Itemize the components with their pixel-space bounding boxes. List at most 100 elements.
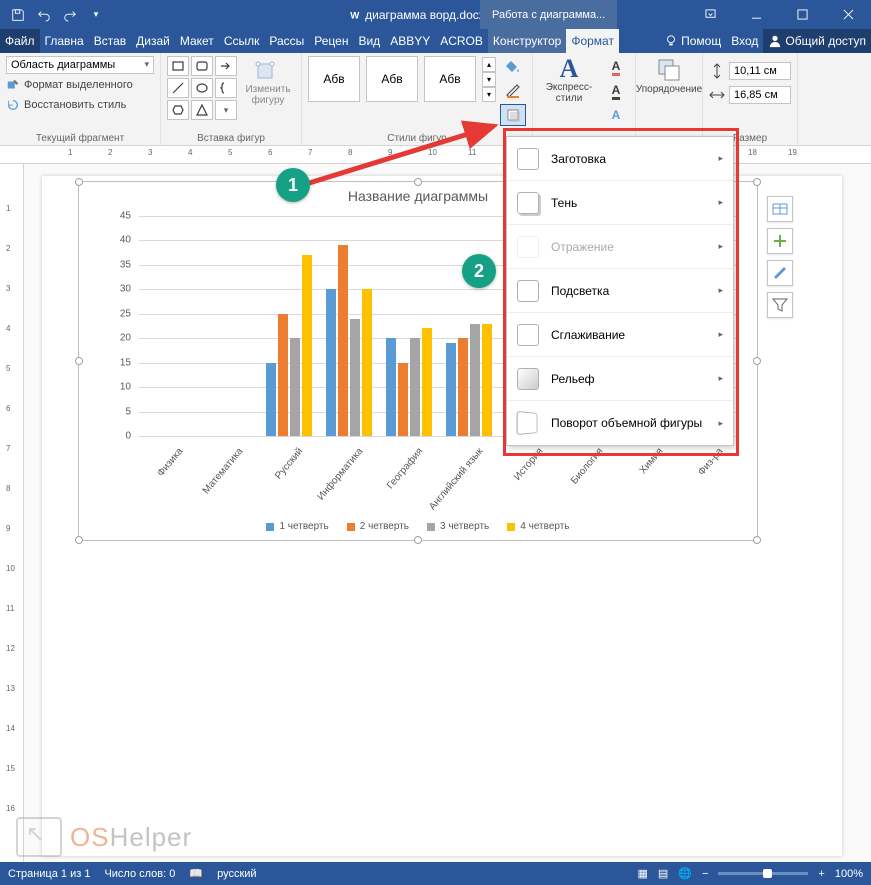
tab-login[interactable]: Вход: [726, 29, 763, 53]
cursor-icon: [16, 817, 62, 857]
resize-handle[interactable]: [753, 357, 761, 365]
chart-side-buttons: [767, 196, 793, 318]
svg-text:W: W: [350, 10, 360, 21]
sb-spellcheck-icon[interactable]: 📖: [189, 867, 203, 880]
zoom-out-button[interactable]: −: [702, 868, 708, 880]
edit-shape-icon: [254, 56, 282, 84]
chart-filter-button[interactable]: [767, 292, 793, 318]
shape-outline-button[interactable]: [500, 80, 526, 102]
shape-more[interactable]: ▾: [215, 100, 237, 120]
word-icon: W: [347, 8, 361, 22]
gallery-more[interactable]: ▾: [482, 87, 496, 102]
fx-reflection[interactable]: Отражение▸: [507, 225, 733, 269]
save-button[interactable]: [6, 3, 30, 27]
tab-constructor[interactable]: Конструктор: [488, 29, 566, 53]
tab-share[interactable]: Общий доступ: [763, 29, 871, 53]
wordart-a-icon: A: [560, 56, 579, 82]
resize-handle[interactable]: [75, 178, 83, 186]
group-current-selection: Область диаграммы Формат выделенного Вос…: [0, 53, 161, 146]
style-item[interactable]: Абв: [424, 56, 476, 102]
bevel-icon: [517, 368, 539, 390]
zoom-slider[interactable]: [718, 872, 808, 875]
lightbulb-icon: [664, 34, 678, 48]
width-input[interactable]: 16,85 см: [729, 86, 791, 104]
shape-oval[interactable]: [191, 78, 213, 98]
shape-arrow[interactable]: [215, 56, 237, 76]
shape-line[interactable]: [167, 78, 189, 98]
arrange-button[interactable]: Упорядочение: [642, 56, 696, 95]
tab-design[interactable]: Дизай: [131, 29, 175, 53]
tab-format[interactable]: Формат: [566, 29, 619, 53]
text-fill-button[interactable]: A: [603, 56, 629, 78]
ribbon-collapse-button[interactable]: [687, 0, 733, 29]
fx-softedge[interactable]: Сглаживание▸: [507, 313, 733, 357]
fx-glow[interactable]: Подсветка▸: [507, 269, 733, 313]
shape-styles-gallery[interactable]: Абв Абв Абв ▴ ▾ ▾: [308, 56, 496, 102]
ruler-vertical[interactable]: 12345678910111213141516: [0, 164, 24, 862]
resize-handle[interactable]: [75, 357, 83, 365]
chart-elements-button[interactable]: [767, 228, 793, 254]
maximize-button[interactable]: [779, 0, 825, 29]
chart-styles-button[interactable]: [767, 260, 793, 286]
shape-rect[interactable]: [167, 56, 189, 76]
format-selection-button[interactable]: Формат выделенного: [6, 76, 133, 94]
zoom-in-button[interactable]: +: [818, 868, 824, 880]
gallery-down[interactable]: ▾: [482, 72, 496, 87]
tab-acrobat[interactable]: ACROB: [435, 29, 488, 53]
sb-language[interactable]: русский: [217, 868, 256, 880]
view-web-button[interactable]: 🌐: [678, 867, 692, 880]
fx-shadow[interactable]: Тень▸: [507, 181, 733, 225]
shape-hex[interactable]: [167, 100, 189, 120]
fx-preset[interactable]: Заготовка▸: [507, 137, 733, 181]
tab-home[interactable]: Главна: [40, 29, 89, 53]
watermark: OSHelper: [16, 817, 192, 857]
zoom-level[interactable]: 100%: [835, 868, 863, 880]
tab-insert[interactable]: Встав: [89, 29, 131, 53]
close-button[interactable]: [825, 0, 871, 29]
change-shape-button[interactable]: Изменить фигуру: [241, 56, 295, 106]
minimize-button[interactable]: [733, 0, 779, 29]
tab-layout[interactable]: Макет: [175, 29, 219, 53]
fx-bevel[interactable]: Рельеф▸: [507, 357, 733, 401]
resize-handle[interactable]: [753, 178, 761, 186]
tab-abbyy[interactable]: ABBYY: [385, 29, 435, 53]
fx-3drotation[interactable]: Поворот объемной фигуры▸: [507, 401, 733, 445]
tab-mailings[interactable]: Рассы: [264, 29, 309, 53]
view-print-button[interactable]: ▤: [658, 867, 668, 880]
reset-style-button[interactable]: Восстановить стиль: [6, 96, 126, 114]
chart-element-selector[interactable]: Область диаграммы: [6, 56, 154, 74]
tab-references[interactable]: Ссылк: [219, 29, 265, 53]
shape-fill-button[interactable]: [500, 56, 526, 78]
style-item[interactable]: Абв: [308, 56, 360, 102]
undo-button[interactable]: [32, 3, 56, 27]
tab-view[interactable]: Вид: [353, 29, 385, 53]
outline-icon: [505, 83, 521, 99]
express-styles-button[interactable]: A Экспресс-стили: [539, 56, 599, 104]
resize-handle[interactable]: [75, 536, 83, 544]
group-label: Вставка фигур: [167, 131, 295, 144]
qat-customize[interactable]: ▾: [84, 3, 108, 27]
chart-legend[interactable]: 1 четверть2 четверть3 четверть4 четверть: [79, 521, 757, 532]
text-outline-button[interactable]: A: [603, 80, 629, 102]
shapes-gallery[interactable]: ▾: [167, 56, 237, 120]
page-viewport[interactable]: Название диаграммы 051015202530354045 Фи…: [24, 164, 871, 862]
height-input[interactable]: 10,11 см: [729, 62, 791, 80]
sb-page[interactable]: Страница 1 из 1: [8, 868, 90, 880]
tab-review[interactable]: Рецен: [309, 29, 353, 53]
chart-layout-button[interactable]: [767, 196, 793, 222]
sb-words[interactable]: Число слов: 0: [104, 868, 175, 880]
tab-file[interactable]: Файл: [0, 29, 40, 53]
resize-handle[interactable]: [753, 536, 761, 544]
resize-handle[interactable]: [414, 536, 422, 544]
shape-tri[interactable]: [191, 100, 213, 120]
view-read-button[interactable]: ▦: [637, 867, 647, 880]
gallery-up[interactable]: ▴: [482, 57, 496, 72]
text-effects-button[interactable]: A: [603, 104, 629, 126]
style-item[interactable]: Абв: [366, 56, 418, 102]
callout-1: 1: [276, 168, 310, 202]
shape-brace[interactable]: [215, 78, 237, 98]
redo-button[interactable]: [58, 3, 82, 27]
shape-effects-menu[interactable]: Заготовка▸ Тень▸ Отражение▸ Подсветка▸ С…: [506, 136, 734, 446]
shape-rrect[interactable]: [191, 56, 213, 76]
tab-help[interactable]: Помощ: [659, 29, 726, 53]
